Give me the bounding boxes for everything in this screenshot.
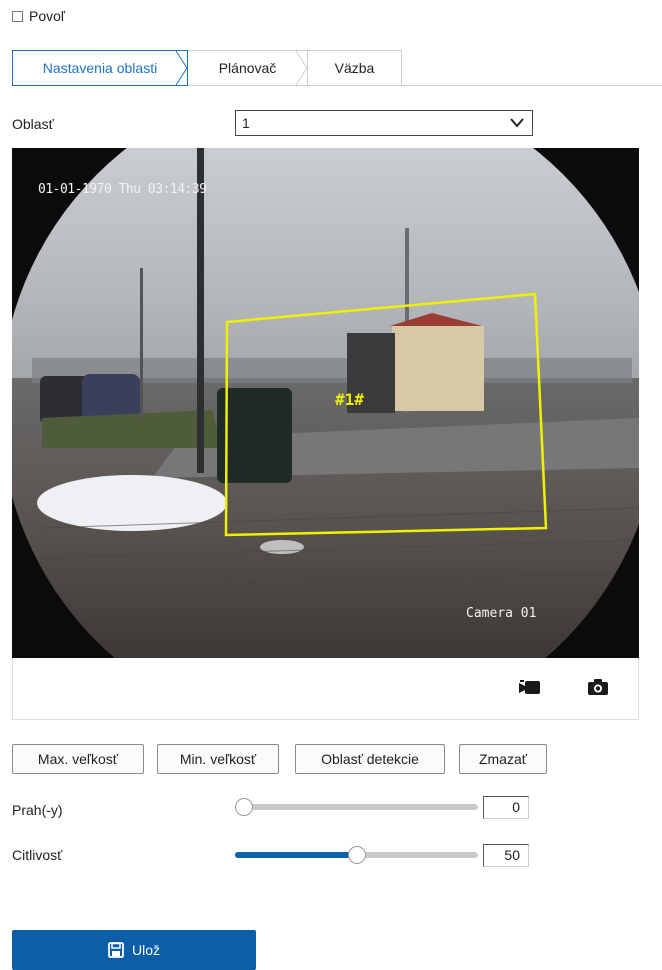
video-toolbar: [12, 658, 639, 720]
sensitivity-value-input[interactable]: 50: [483, 844, 529, 867]
threshold-slider-track[interactable]: [235, 804, 478, 810]
tab-linkage[interactable]: Väzba: [308, 50, 402, 86]
area-select[interactable]: 1: [235, 110, 533, 136]
region-label: #1#: [335, 390, 364, 409]
threshold-slider-thumb[interactable]: [235, 798, 253, 816]
tab-scheduler-label: Plánovač: [218, 60, 277, 76]
tab-scheduler[interactable]: Plánovač: [188, 50, 308, 86]
detection-area-button[interactable]: Oblasť detekcie: [295, 744, 445, 774]
sensitivity-label: Citlivosť: [12, 847, 63, 863]
threshold-label: Prah(-y): [12, 802, 63, 818]
enable-label: Povoľ: [29, 8, 65, 24]
save-label: Ulož: [131, 942, 160, 958]
chevron-down-icon: [510, 118, 524, 128]
tab-separator-icon: [296, 51, 308, 85]
enable-checkbox-row[interactable]: Povoľ: [12, 8, 65, 24]
tab-linkage-label: Väzba: [334, 60, 375, 76]
video-record-icon[interactable]: [519, 678, 541, 696]
enable-checkbox[interactable]: [12, 10, 23, 22]
save-icon: [108, 942, 124, 958]
osd-timestamp: 01-01-1970 Thu 03:14:39: [38, 182, 207, 197]
tab-bar: Nastavenia oblasti Plánovač Väzba: [12, 50, 402, 86]
area-select-value: 1: [242, 115, 250, 131]
tab-area-settings[interactable]: Nastavenia oblasti: [12, 50, 188, 86]
save-button[interactable]: Ulož: [12, 930, 256, 970]
tab-area-settings-label: Nastavenia oblasti: [42, 60, 158, 76]
min-size-button[interactable]: Min. veľkosť: [157, 744, 279, 774]
max-size-button[interactable]: Max. veľkosť: [12, 744, 144, 774]
tab-underline: [402, 85, 662, 86]
area-label: Oblasť: [12, 116, 54, 132]
sensitivity-slider-thumb[interactable]: [347, 846, 366, 864]
threshold-value-input[interactable]: 0: [483, 796, 529, 819]
camera-scene: [12, 148, 639, 658]
camera-snapshot-icon[interactable]: [587, 678, 609, 696]
video-preview[interactable]: [12, 148, 639, 658]
osd-camera-name: Camera 01: [466, 606, 537, 621]
clear-button[interactable]: Zmazať: [459, 744, 547, 774]
sensitivity-slider-fill: [235, 852, 357, 858]
tab-separator-icon: [176, 51, 188, 85]
